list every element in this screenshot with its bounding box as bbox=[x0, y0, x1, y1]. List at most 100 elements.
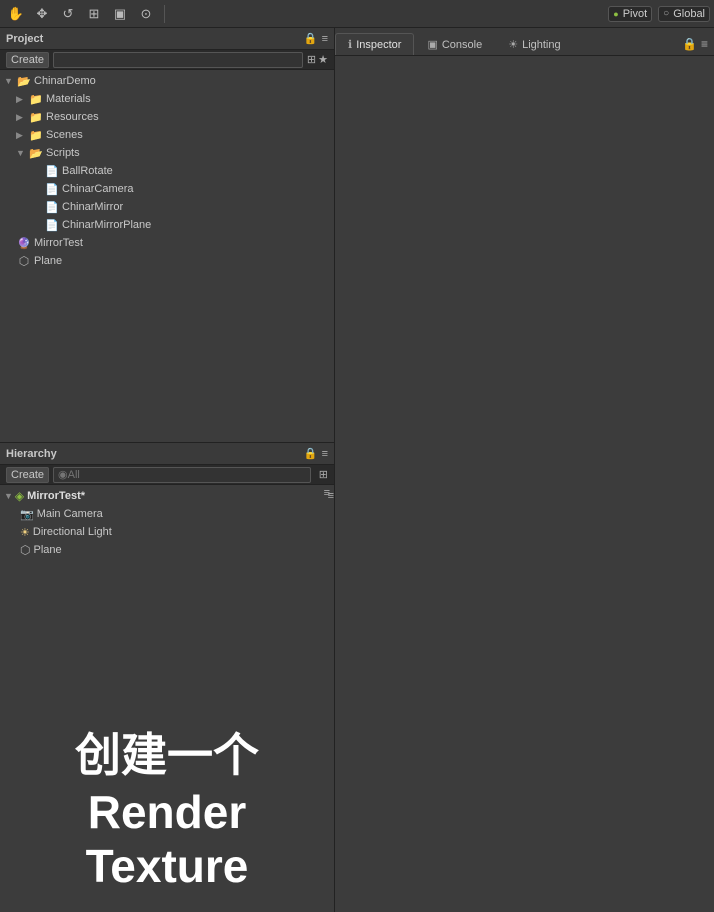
tree-item-ballRotate[interactable]: 📄 BallRotate bbox=[0, 162, 334, 180]
hierarchy-top-icons: ≡ bbox=[324, 487, 330, 499]
lighting-tab-icon: ☀ bbox=[508, 38, 518, 51]
pivot-global-group: ● Pivot bbox=[608, 6, 652, 22]
project-panel-title: Project bbox=[6, 33, 43, 45]
tabs-menu-icon[interactable]: ≡ bbox=[701, 37, 708, 51]
big-text-area: 创建一个Render Texture bbox=[0, 701, 334, 912]
chinarDemo-label: ChinarDemo bbox=[34, 75, 96, 87]
chinarMirror-script-icon: 📄 bbox=[44, 200, 60, 214]
project-panel: Project 🔒 ≡ Create ⊞ ★ ▼ 📂 C bbox=[0, 28, 334, 443]
hierarchy-top-menu-icon[interactable]: ≡ bbox=[324, 487, 330, 499]
chinarMirrorPlane-label: ChinarMirrorPlane bbox=[62, 219, 151, 231]
toolbar-separator bbox=[164, 5, 165, 23]
tree-item-chinarMirror[interactable]: 📄 ChinarMirror bbox=[0, 198, 334, 216]
scenes-folder-icon: 📁 bbox=[28, 128, 44, 142]
move-tool-icon[interactable]: ✥ bbox=[30, 3, 54, 25]
project-file-tree: ▼ 📂 ChinarDemo ▶ 📁 Materials ▶ 📁 Resourc… bbox=[0, 70, 334, 442]
pivot-label[interactable]: Pivot bbox=[623, 8, 647, 20]
scripts-arrow: ▼ bbox=[16, 148, 28, 158]
chinarDemo-arrow: ▼ bbox=[4, 76, 16, 86]
materials-folder-icon: 📁 bbox=[28, 92, 44, 106]
project-panel-header: Project 🔒 ≡ bbox=[0, 28, 334, 50]
big-text: 创建一个Render Texture bbox=[0, 719, 334, 893]
tree-item-resources[interactable]: ▶ 📁 Resources bbox=[0, 108, 334, 126]
project-search-input[interactable] bbox=[53, 52, 303, 68]
lighting-tab-label: Lighting bbox=[522, 39, 561, 51]
mainCamera-label: Main Camera bbox=[37, 508, 103, 520]
rect-tool-icon[interactable]: ▣ bbox=[108, 3, 132, 25]
tree-item-plane[interactable]: ⬡ Plane bbox=[0, 252, 334, 270]
chinarDemo-folder-icon: 📂 bbox=[16, 74, 32, 88]
ballRotate-script-icon: 📄 bbox=[44, 164, 60, 178]
hand-tool-icon[interactable]: ✋ bbox=[4, 3, 28, 25]
ballRotate-label: BallRotate bbox=[62, 165, 113, 177]
hierarchy-lock-icon[interactable]: 🔒 bbox=[304, 447, 318, 460]
tab-inspector[interactable]: ℹ Inspector bbox=[335, 33, 414, 55]
tab-right-icons: 🔒 ≡ bbox=[682, 37, 714, 55]
tree-item-chinarCamera[interactable]: 📄 ChinarCamera bbox=[0, 180, 334, 198]
tabs-bar: ℹ Inspector ▣ Console ☀ Lighting 🔒 ≡ bbox=[335, 28, 714, 56]
tabs-lock-icon[interactable]: 🔒 bbox=[682, 37, 697, 51]
tree-item-chinarDemo[interactable]: ▼ 📂 ChinarDemo bbox=[0, 72, 334, 90]
inspector-tab-icon: ℹ bbox=[348, 38, 352, 51]
transform-tool-icon[interactable]: ⊙ bbox=[134, 3, 158, 25]
main-toolbar: ✋ ✥ ↺ ⊞ ▣ ⊙ ● Pivot ○ Global bbox=[0, 0, 714, 28]
console-tab-label: Console bbox=[442, 39, 482, 51]
project-lock-icon[interactable]: 🔒 bbox=[304, 32, 318, 45]
hierarchy-search-input[interactable] bbox=[53, 467, 311, 483]
tree-item-mirrorTest[interactable]: 🔮 MirrorTest bbox=[0, 234, 334, 252]
global-circle-icon: ○ bbox=[663, 8, 669, 19]
hierarchy-search-bar: Create ⊞ bbox=[0, 465, 334, 485]
hierarchy-panel-title: Hierarchy bbox=[6, 448, 57, 460]
chinarCamera-script-icon: 📄 bbox=[44, 182, 60, 196]
project-panel-header-right: 🔒 ≡ bbox=[304, 32, 328, 45]
hierarchy-panel-header: Hierarchy 🔒 ≡ bbox=[0, 443, 334, 465]
mirrorTest-label: MirrorTest bbox=[34, 237, 83, 249]
hierarchy-create-button[interactable]: Create bbox=[6, 467, 49, 483]
chinarMirror-label: ChinarMirror bbox=[62, 201, 123, 213]
materials-arrow: ▶ bbox=[16, 94, 28, 105]
inspector-tab-label: Inspector bbox=[356, 39, 401, 51]
pivot-dot-icon: ● bbox=[613, 9, 618, 19]
project-create-button[interactable]: Create bbox=[6, 52, 49, 68]
project-filter-icon[interactable]: ⊞ bbox=[307, 53, 316, 66]
planeh-label: Plane bbox=[33, 544, 61, 556]
rotate-tool-icon[interactable]: ↺ bbox=[56, 3, 80, 25]
hierarchy-menu-icon[interactable]: ≡ bbox=[322, 448, 328, 460]
mirrorTest-scene-icon: 🔮 bbox=[16, 236, 32, 250]
resources-arrow: ▶ bbox=[16, 112, 28, 123]
global-label[interactable]: Global bbox=[673, 8, 705, 20]
hierarchy-list: ▼ ◈ MirrorTest* ≡ 📷 Main Camera ☀ Direct… bbox=[0, 485, 334, 701]
tree-item-materials[interactable]: ▶ 📁 Materials bbox=[0, 90, 334, 108]
hierarchy-item-directionalLight[interactable]: ☀ Directional Light bbox=[0, 523, 334, 541]
hierarchy-item-mainCamera[interactable]: 📷 Main Camera bbox=[0, 505, 334, 523]
console-tab-icon: ▣ bbox=[427, 38, 437, 51]
scenes-label: Scenes bbox=[46, 129, 83, 141]
tab-console[interactable]: ▣ Console bbox=[414, 33, 495, 55]
plane-label: Plane bbox=[34, 255, 62, 267]
scale-tool-icon[interactable]: ⊞ bbox=[82, 3, 106, 25]
mainCamera-camera-icon: 📷 bbox=[20, 508, 34, 521]
resources-label: Resources bbox=[46, 111, 99, 123]
hierarchy-filter-icon[interactable]: ⊞ bbox=[319, 468, 328, 481]
tree-item-scenes[interactable]: ▶ 📁 Scenes bbox=[0, 126, 334, 144]
hierarchy-panel-header-right: 🔒 ≡ bbox=[304, 447, 328, 460]
scripts-folder-icon: 📂 bbox=[28, 146, 44, 160]
materials-label: Materials bbox=[46, 93, 91, 105]
directionalLight-light-icon: ☀ bbox=[20, 526, 30, 539]
resources-folder-icon: 📁 bbox=[28, 110, 44, 124]
global-group: ○ Global bbox=[658, 6, 710, 22]
left-panel: Project 🔒 ≡ Create ⊞ ★ ▼ 📂 C bbox=[0, 28, 335, 912]
hierarchy-item-plane-hierarchy[interactable]: ⬡ Plane bbox=[0, 541, 334, 559]
chinarMirrorPlane-script-icon: 📄 bbox=[44, 218, 60, 232]
project-star-icon[interactable]: ★ bbox=[318, 53, 328, 66]
scripts-label: Scripts bbox=[46, 147, 80, 159]
project-menu-icon[interactable]: ≡ bbox=[322, 33, 328, 45]
inspector-content bbox=[335, 56, 714, 912]
main-layout: Project 🔒 ≡ Create ⊞ ★ ▼ 📂 C bbox=[0, 28, 714, 912]
hierarchy-item-mirrorTestScene[interactable]: ▼ ◈ MirrorTest* ≡ bbox=[0, 487, 334, 505]
tab-lighting[interactable]: ☀ Lighting bbox=[495, 33, 573, 55]
tree-item-scripts[interactable]: ▼ 📂 Scripts bbox=[0, 144, 334, 162]
hierarchy-panel: Hierarchy 🔒 ≡ Create ⊞ ≡ ▼ bbox=[0, 443, 334, 912]
tree-item-chinarMirrorPlane[interactable]: 📄 ChinarMirrorPlane bbox=[0, 216, 334, 234]
scenes-arrow: ▶ bbox=[16, 130, 28, 141]
